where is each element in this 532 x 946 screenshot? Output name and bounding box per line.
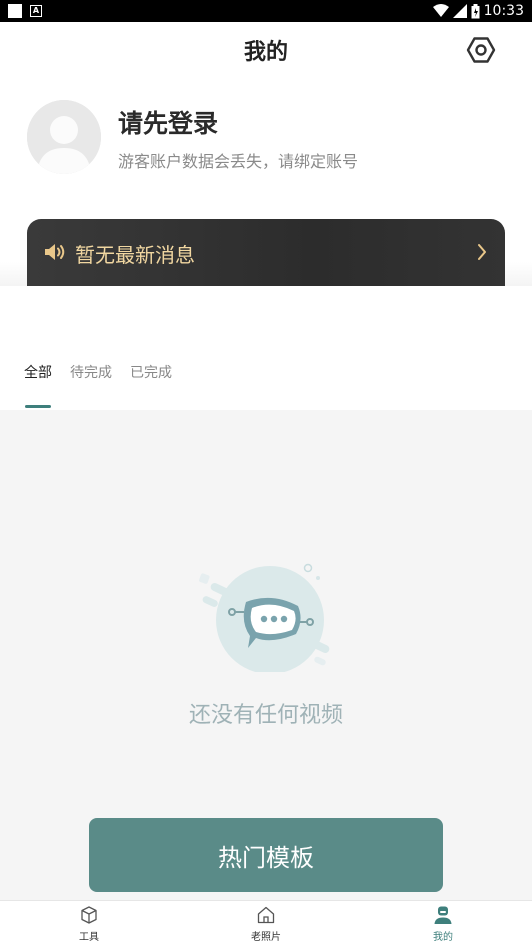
status-bar: A 10:33 (0, 0, 532, 22)
nav-item-tools[interactable]: 工具 (49, 905, 129, 943)
page-title: 我的 (243, 40, 288, 65)
robot-chat-illustration-icon (199, 563, 330, 672)
nav-item-old-photos[interactable]: 老照片 (226, 905, 306, 943)
bottom-navigation: 工具 老照片 我的 (0, 900, 532, 946)
battery-icon (471, 3, 480, 18)
home-icon (257, 906, 275, 924)
login-hint: 游客账户数据会丢失，请绑定账号 (118, 152, 359, 171)
signal-icon (452, 4, 467, 18)
login-prompt[interactable]: 请先登录 (118, 104, 218, 140)
tab-all[interactable]: 全部 (24, 362, 52, 382)
settings-hex-icon[interactable] (465, 34, 497, 66)
tab-pending[interactable]: 待完成 (70, 362, 112, 382)
banner-text: 暂无最新消息 (75, 243, 195, 267)
nav-label-tools: 工具 (79, 932, 99, 943)
app-notification-icon: A (30, 5, 42, 17)
chevron-right-icon (478, 244, 486, 260)
cube-icon (81, 906, 97, 924)
empty-state-text: 还没有任何视频 (188, 703, 343, 728)
message-banner[interactable]: 暂无最新消息 (27, 219, 505, 286)
nav-label-mine: 我的 (433, 932, 453, 943)
nav-item-mine[interactable]: 我的 (403, 905, 483, 943)
avatar[interactable] (27, 100, 101, 174)
wifi-icon (432, 4, 449, 17)
hot-templates-button[interactable]: 热门模板 (89, 818, 443, 892)
nav-label-old-photos: 老照片 (251, 932, 281, 943)
notification-icon (8, 4, 22, 18)
tab-indicator (25, 405, 51, 408)
speaker-icon (45, 244, 65, 260)
banner-cover (0, 286, 532, 326)
tab-completed[interactable]: 已完成 (130, 362, 172, 382)
status-time: 10:33 (483, 3, 524, 19)
page-header: 我的 (0, 22, 532, 78)
user-icon (434, 906, 452, 924)
